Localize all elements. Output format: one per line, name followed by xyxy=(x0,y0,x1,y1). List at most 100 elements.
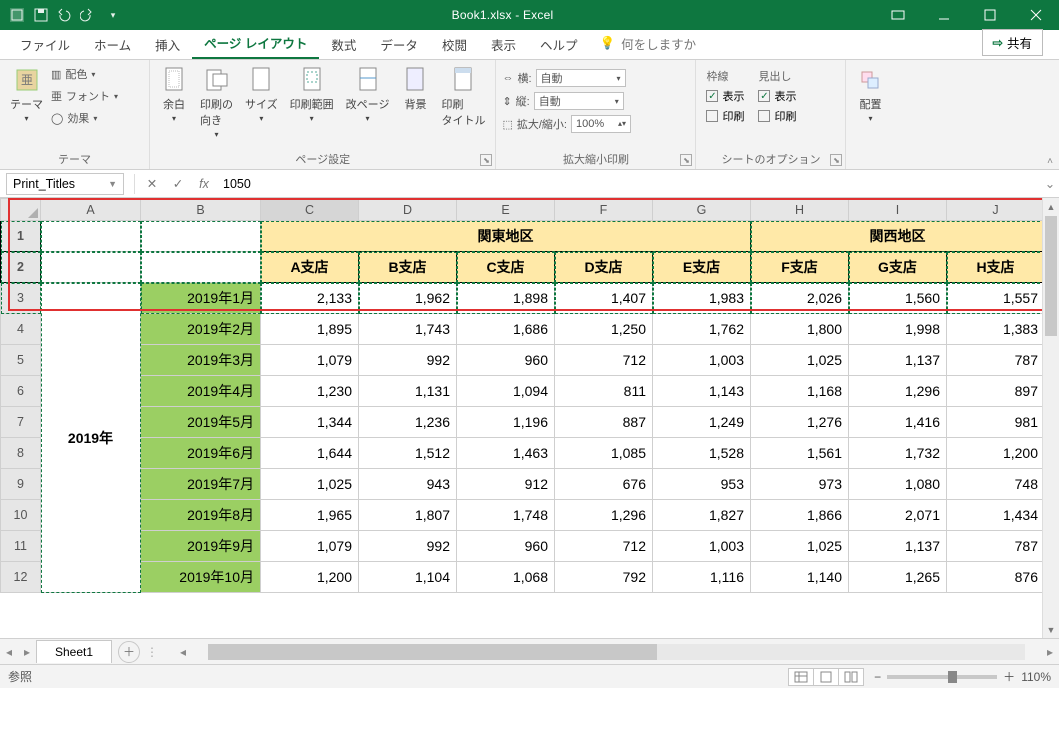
height-field[interactable]: 自動▾ xyxy=(534,92,624,110)
headings-print-checkbox[interactable]: 印刷 xyxy=(758,108,796,124)
sheet-tab-sheet1[interactable]: Sheet1 xyxy=(36,640,112,663)
cell-r3-c8[interactable]: 1,560 xyxy=(849,283,947,314)
cell-r10-c3[interactable]: 1,807 xyxy=(359,500,457,531)
cell-r12-c9[interactable]: 876 xyxy=(947,562,1045,593)
zoom-out-button[interactable]: − xyxy=(874,670,881,684)
cell-r8-c6[interactable]: 1,528 xyxy=(653,438,751,469)
cell-r12-c4[interactable]: 1,068 xyxy=(457,562,555,593)
tab-split-grip[interactable]: ⋮ xyxy=(140,645,164,659)
save-icon[interactable] xyxy=(32,6,50,24)
cell-r4-c4[interactable]: 1,686 xyxy=(457,314,555,345)
margins-button[interactable]: 余白▾ xyxy=(156,64,192,125)
cell-r5-c8[interactable]: 1,137 xyxy=(849,345,947,376)
cell-r6-c7[interactable]: 1,168 xyxy=(751,376,849,407)
cell-r8-c2[interactable]: 1,644 xyxy=(261,438,359,469)
view-normal-button[interactable] xyxy=(788,668,814,686)
hscroll-right-icon[interactable]: ▸ xyxy=(1041,645,1059,659)
cell-r10-c6[interactable]: 1,827 xyxy=(653,500,751,531)
cell-r9-c3[interactable]: 943 xyxy=(359,469,457,500)
qat-customize-icon[interactable]: ▾ xyxy=(104,6,122,24)
tab-page-layout[interactable]: ページ レイアウト xyxy=(192,27,319,59)
cell-r3-c4[interactable]: 1,898 xyxy=(457,283,555,314)
size-button[interactable]: サイズ▾ xyxy=(241,64,282,125)
cell-r3-c3[interactable]: 1,962 xyxy=(359,283,457,314)
cell-r12-c6[interactable]: 1,116 xyxy=(653,562,751,593)
ribbon-display-icon[interactable] xyxy=(875,0,921,30)
scale-launcher[interactable]: ⬊ xyxy=(680,154,692,166)
cell-r7-c3[interactable]: 1,236 xyxy=(359,407,457,438)
cell-r3-c2[interactable]: 2,133 xyxy=(261,283,359,314)
col-header-I[interactable]: I xyxy=(849,199,947,221)
cell-r3-c7[interactable]: 2,026 xyxy=(751,283,849,314)
cell-r10-c2[interactable]: 1,965 xyxy=(261,500,359,531)
row-header-9[interactable]: 9 xyxy=(1,469,41,500)
cell-r3-c9[interactable]: 1,557 xyxy=(947,283,1045,314)
breaks-button[interactable]: 改ページ▾ xyxy=(342,64,394,125)
page-setup-launcher[interactable]: ⬊ xyxy=(480,154,492,166)
select-all-corner[interactable] xyxy=(1,199,41,221)
maximize-icon[interactable] xyxy=(967,0,1013,30)
cell-r8-c4[interactable]: 1,463 xyxy=(457,438,555,469)
sheet-nav-prev-icon[interactable]: ◂ xyxy=(0,645,18,659)
cell-r8-c9[interactable]: 1,200 xyxy=(947,438,1045,469)
cell-r9-c9[interactable]: 748 xyxy=(947,469,1045,500)
print-area-button[interactable]: 印刷範囲▾ xyxy=(286,64,338,125)
cell-r9-c6[interactable]: 953 xyxy=(653,469,751,500)
cell-r12-c5[interactable]: 792 xyxy=(555,562,653,593)
cell-r8-c7[interactable]: 1,561 xyxy=(751,438,849,469)
horizontal-scrollbar[interactable] xyxy=(208,644,1025,660)
cell-r6-c5[interactable]: 811 xyxy=(555,376,653,407)
row-header-3[interactable]: 3 xyxy=(1,283,41,314)
orientation-button[interactable]: 印刷の 向き▾ xyxy=(196,64,237,141)
print-titles-button[interactable]: 印刷 タイトル xyxy=(437,64,489,130)
fonts-button[interactable]: 亜フォント▾ xyxy=(51,86,118,106)
row-header-1[interactable]: 1 xyxy=(1,221,41,252)
col-header-D[interactable]: D xyxy=(359,199,457,221)
cell-r6-c8[interactable]: 1,296 xyxy=(849,376,947,407)
tab-insert[interactable]: 挿入 xyxy=(143,29,192,59)
scroll-up-icon[interactable]: ▲ xyxy=(1043,198,1059,215)
cell-r10-c7[interactable]: 1,866 xyxy=(751,500,849,531)
row-header-4[interactable]: 4 xyxy=(1,314,41,345)
cell-r11-c7[interactable]: 1,025 xyxy=(751,531,849,562)
share-button[interactable]: ⇨共有 xyxy=(982,29,1044,56)
cell-r4-c5[interactable]: 1,250 xyxy=(555,314,653,345)
cell-r8-c5[interactable]: 1,085 xyxy=(555,438,653,469)
cell-r12-c8[interactable]: 1,265 xyxy=(849,562,947,593)
tab-file[interactable]: ファイル xyxy=(8,29,82,59)
fx-icon[interactable]: fx xyxy=(191,177,217,191)
cell-r11-c5[interactable]: 712 xyxy=(555,531,653,562)
cell-r3-c5[interactable]: 1,407 xyxy=(555,283,653,314)
cell-r9-c5[interactable]: 676 xyxy=(555,469,653,500)
tab-home[interactable]: ホーム xyxy=(82,29,143,59)
row-header-11[interactable]: 11 xyxy=(1,531,41,562)
cell-r10-c9[interactable]: 1,434 xyxy=(947,500,1045,531)
cell-r7-c7[interactable]: 1,276 xyxy=(751,407,849,438)
zoom-level[interactable]: 110% xyxy=(1021,670,1051,684)
cell-r11-c6[interactable]: 1,003 xyxy=(653,531,751,562)
cell-r4-c7[interactable]: 1,800 xyxy=(751,314,849,345)
zoom-slider[interactable] xyxy=(887,675,997,679)
view-page-layout-button[interactable] xyxy=(813,668,839,686)
redo-icon[interactable] xyxy=(80,6,98,24)
cell-r11-c2[interactable]: 1,079 xyxy=(261,531,359,562)
col-header-G[interactable]: G xyxy=(653,199,751,221)
cell-r12-c2[interactable]: 1,200 xyxy=(261,562,359,593)
cell-r6-c3[interactable]: 1,131 xyxy=(359,376,457,407)
tab-formulas[interactable]: 数式 xyxy=(319,29,368,59)
cell-r8-c3[interactable]: 1,512 xyxy=(359,438,457,469)
col-header-A[interactable]: A xyxy=(41,199,141,221)
enter-icon[interactable]: ✓ xyxy=(165,176,191,191)
name-box[interactable]: Print_Titles▼ xyxy=(6,173,124,195)
minimize-icon[interactable] xyxy=(921,0,967,30)
cell-r7-c4[interactable]: 1,196 xyxy=(457,407,555,438)
tab-review[interactable]: 校閲 xyxy=(430,29,479,59)
width-field[interactable]: 自動▾ xyxy=(536,69,626,87)
cell-r5-c7[interactable]: 1,025 xyxy=(751,345,849,376)
formula-input[interactable]: 1050 xyxy=(217,177,1041,191)
col-header-F[interactable]: F xyxy=(555,199,653,221)
col-header-E[interactable]: E xyxy=(457,199,555,221)
cell-r5-c6[interactable]: 1,003 xyxy=(653,345,751,376)
cell-r7-c5[interactable]: 887 xyxy=(555,407,653,438)
row-header-8[interactable]: 8 xyxy=(1,438,41,469)
